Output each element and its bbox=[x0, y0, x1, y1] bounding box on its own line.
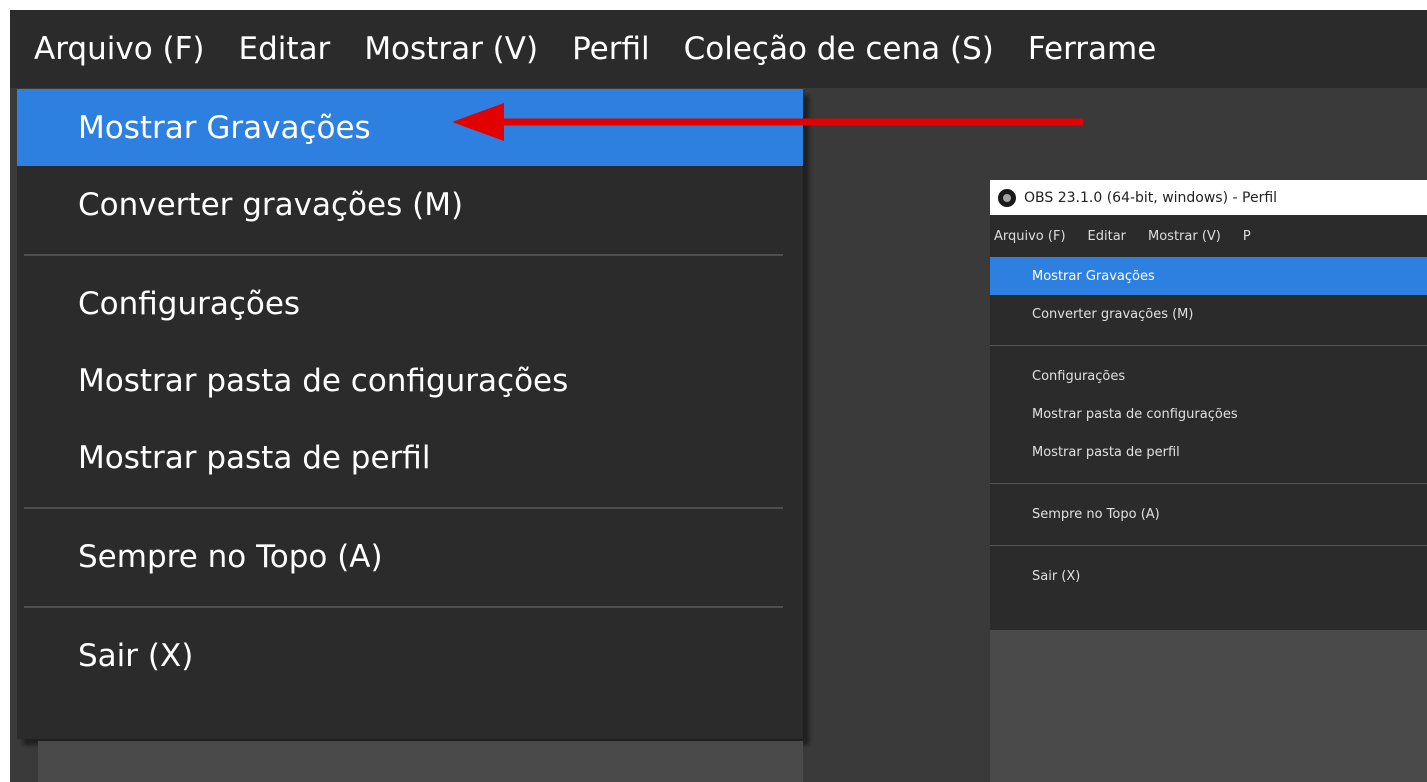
inset-separator bbox=[990, 471, 1427, 495]
inset-item-converter-gravacoes[interactable]: Converter gravações (M) bbox=[990, 295, 1427, 333]
inset-separator bbox=[990, 333, 1427, 357]
inset-menu-bar: Arquivo (F) Editar Mostrar (V) P bbox=[990, 215, 1427, 257]
inset-separator bbox=[990, 533, 1427, 557]
inset-window-title: OBS 23.1.0 (64-bit, windows) - Perfil bbox=[1024, 189, 1278, 206]
inset-menu-arquivo[interactable]: Arquivo (F) bbox=[990, 229, 1077, 244]
inset-item-pasta-perfil[interactable]: Mostrar pasta de perfil bbox=[990, 433, 1427, 471]
inset-menu-perfil[interactable]: P bbox=[1232, 229, 1262, 244]
menu-editar[interactable]: Editar bbox=[222, 31, 348, 67]
menu-separator bbox=[17, 496, 803, 518]
inset-item-mostrar-gravacoes[interactable]: Mostrar Gravações bbox=[990, 257, 1427, 295]
inset-item-sempre-no-topo[interactable]: Sempre no Topo (A) bbox=[990, 495, 1427, 533]
menu-mostrar[interactable]: Mostrar (V) bbox=[347, 31, 555, 67]
obs-logo-icon bbox=[998, 188, 1016, 207]
menu-arquivo[interactable]: Arquivo (F) bbox=[10, 31, 222, 67]
menu-item-sempre-no-topo[interactable]: Sempre no Topo (A) bbox=[17, 518, 803, 595]
status-strip bbox=[38, 741, 803, 782]
inset-item-configuracoes[interactable]: Configurações bbox=[990, 357, 1427, 395]
menu-item-mostrar-pasta-perfil[interactable]: Mostrar pasta de perfil bbox=[17, 419, 803, 496]
menu-ferramentas[interactable]: Ferrame bbox=[1011, 31, 1173, 67]
inset-arquivo-dropdown: Mostrar Gravações Converter gravações (M… bbox=[990, 257, 1427, 630]
menu-colecao-de-cena[interactable]: Coleção de cena (S) bbox=[667, 31, 1011, 67]
menu-separator bbox=[17, 243, 803, 265]
menu-separator bbox=[17, 595, 803, 617]
menu-item-configuracoes[interactable]: Configurações bbox=[17, 265, 803, 342]
menu-item-mostrar-pasta-configuracoes[interactable]: Mostrar pasta de configurações bbox=[17, 342, 803, 419]
menu-item-sair[interactable]: Sair (X) bbox=[17, 617, 803, 694]
inset-screenshot: OBS 23.1.0 (64-bit, windows) - Perfil Ar… bbox=[990, 180, 1427, 782]
menu-item-mostrar-gravacoes[interactable]: Mostrar Gravações bbox=[17, 89, 803, 166]
inset-menu-mostrar[interactable]: Mostrar (V) bbox=[1137, 229, 1232, 244]
arquivo-dropdown: Mostrar Gravações Converter gravações (M… bbox=[17, 89, 803, 739]
inset-title-bar: OBS 23.1.0 (64-bit, windows) - Perfil bbox=[990, 180, 1427, 215]
obs-window: Arquivo (F) Editar Mostrar (V) Perfil Co… bbox=[10, 10, 1427, 782]
menu-bar: Arquivo (F) Editar Mostrar (V) Perfil Co… bbox=[10, 10, 1427, 88]
inset-item-sair[interactable]: Sair (X) bbox=[990, 557, 1427, 595]
inset-item-pasta-configuracoes[interactable]: Mostrar pasta de configurações bbox=[990, 395, 1427, 433]
menu-perfil[interactable]: Perfil bbox=[555, 31, 667, 67]
inset-menu-editar[interactable]: Editar bbox=[1077, 229, 1138, 244]
menu-item-converter-gravacoes[interactable]: Converter gravações (M) bbox=[17, 166, 803, 243]
